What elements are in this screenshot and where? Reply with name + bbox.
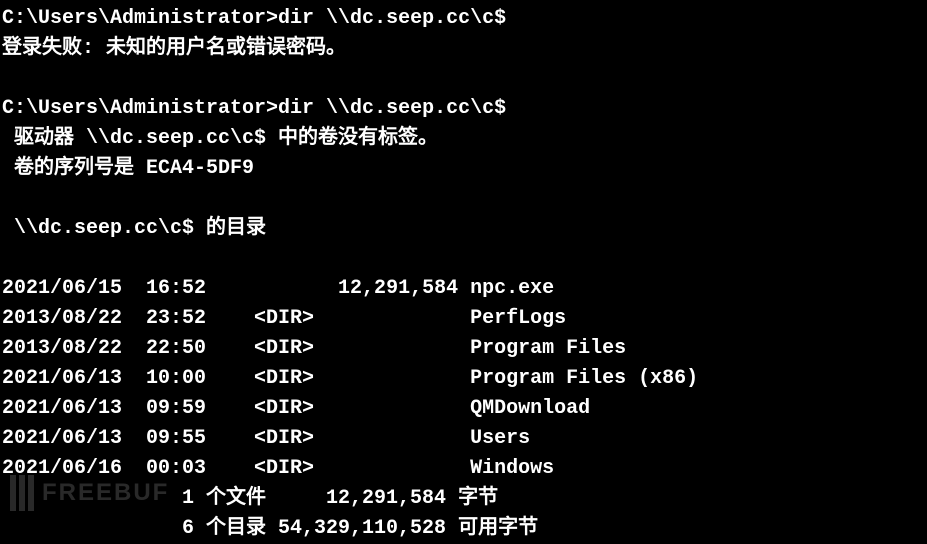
blank-line [2, 184, 925, 214]
volume-line: 驱动器 \\dc.seep.cc\c$ 中的卷没有标签。 [2, 124, 925, 154]
listing-row: 2021/06/13 09:55 <DIR> Users [2, 424, 925, 454]
listing-row: 2021/06/13 10:00 <DIR> Program Files (x8… [2, 364, 925, 394]
summary-files: 1 个文件 12,291,584 字节 [2, 484, 925, 514]
blank-line [2, 64, 925, 94]
listing-row: 2021/06/13 09:59 <DIR> QMDownload [2, 394, 925, 424]
blank-line [2, 244, 925, 274]
listing-row: 2013/08/22 23:52 <DIR> PerfLogs [2, 304, 925, 334]
prompt: C:\Users\Administrator> [2, 97, 278, 120]
listing-row: 2021/06/15 16:52 12,291,584 npc.exe [2, 274, 925, 304]
directory-of-line: \\dc.seep.cc\c$ 的目录 [2, 214, 925, 244]
error-line: 登录失败: 未知的用户名或错误密码。 [2, 34, 925, 64]
prompt-line-2: C:\Users\Administrator>dir \\dc.seep.cc\… [2, 94, 925, 124]
file-listing: 2021/06/15 16:52 12,291,584 npc.exe2013/… [2, 274, 925, 484]
listing-row: 2021/06/16 00:03 <DIR> Windows [2, 454, 925, 484]
summary-dirs: 6 个目录 54,329,110,528 可用字节 [2, 514, 925, 544]
terminal-output: C:\Users\Administrator>dir \\dc.seep.cc\… [2, 4, 925, 544]
command: dir \\dc.seep.cc\c$ [278, 97, 506, 120]
command: dir \\dc.seep.cc\c$ [278, 7, 506, 30]
serial-line: 卷的序列号是 ECA4-5DF9 [2, 154, 925, 184]
prompt-line-1: C:\Users\Administrator>dir \\dc.seep.cc\… [2, 4, 925, 34]
listing-row: 2013/08/22 22:50 <DIR> Program Files [2, 334, 925, 364]
prompt: C:\Users\Administrator> [2, 7, 278, 30]
